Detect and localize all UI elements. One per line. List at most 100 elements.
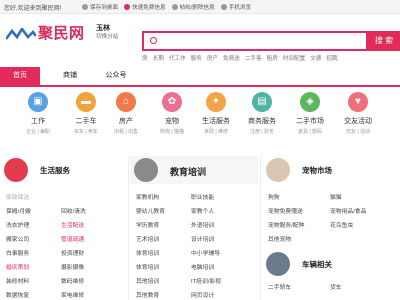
panel-links: 家政保洁 保姆/月嫂 回收/清洗 洗衣护理 生活配送 搬家公司 管道疏通 白事服务 投资… bbox=[6, 192, 116, 299]
hot-word[interactable]: 租房 bbox=[267, 54, 278, 62]
panel-link[interactable]: 回收/清洗 bbox=[61, 206, 116, 215]
tab-official-account[interactable]: 公众号 bbox=[96, 67, 136, 85]
manage-posts-link[interactable]: 帖帖/删除信息 bbox=[171, 3, 215, 11]
bookmark-icon bbox=[82, 4, 88, 10]
panel-link[interactable]: 宠物服务/配种 bbox=[268, 220, 330, 229]
category-row: ▣ 工作 企业 | 兼职 ▬ 二手车 买车 | 卖车 ⌂ 房产 出租 | 出售 … bbox=[0, 92, 400, 148]
panel-link[interactable]: 电脑培训 bbox=[191, 262, 246, 271]
panel-link[interactable]: 保姆/月嫂 bbox=[6, 206, 61, 215]
panel-link[interactable]: 花鸟鱼虫 bbox=[330, 220, 392, 229]
category-jobs[interactable]: ▣ 工作 企业 | 兼职 bbox=[12, 92, 64, 135]
panel-link[interactable]: 洗衣护理 bbox=[6, 220, 61, 229]
heart-icon: ♥ bbox=[348, 92, 368, 112]
panel-link[interactable]: 宠物用品/食品 bbox=[330, 206, 392, 215]
car-icon: ▬ bbox=[76, 92, 96, 112]
category-real-estate[interactable]: ⌂ 房产 出租 | 出售 bbox=[100, 92, 152, 135]
panel-link[interactable]: 猫猫 bbox=[330, 192, 392, 201]
panel-header: 生活服务 bbox=[0, 156, 126, 184]
hot-word[interactable]: 免费送 bbox=[223, 54, 240, 62]
life-services-icon bbox=[4, 158, 28, 182]
location-selector[interactable]: 玉林 切换分站 bbox=[96, 24, 118, 42]
search-button[interactable]: 搜 索 bbox=[368, 31, 400, 51]
panel-link[interactable]: 体育培训 bbox=[136, 262, 191, 271]
panel-link[interactable]: 家教机构 bbox=[136, 192, 191, 201]
panel-link[interactable]: 中小学辅导 bbox=[191, 248, 246, 257]
panel-link[interactable]: 投资理财 bbox=[61, 248, 116, 257]
panel-links: 家教机构 职业技能 婴幼儿教育 家教个人 学历教育 外语培训 艺术培训 设计培训 体育培… bbox=[136, 192, 246, 299]
hot-word[interactable]: 房 bbox=[142, 54, 148, 62]
panel-link[interactable]: 婚庆策划 bbox=[6, 262, 61, 271]
logo-mark-icon bbox=[6, 28, 36, 40]
vehicle-photo-icon bbox=[266, 252, 290, 276]
panel-link[interactable]: 生活配送 bbox=[61, 220, 116, 229]
tab-home[interactable]: 首页 bbox=[0, 67, 40, 85]
panel-link[interactable]: 数码维修 bbox=[61, 276, 116, 285]
hot-word[interactable]: 二手客 bbox=[245, 54, 262, 62]
panel-title[interactable]: 宠物市场 bbox=[302, 165, 332, 176]
tab-shops[interactable]: 商铺 bbox=[50, 67, 90, 85]
panel-vehicles: 车辆相关 二手轿车 货车 bbox=[262, 250, 400, 291]
panel-title[interactable]: 生活服务 bbox=[40, 165, 70, 176]
panel-link[interactable]: 家教个人 bbox=[191, 206, 246, 215]
divider bbox=[128, 156, 129, 300]
panel-link[interactable]: 艺术培训 bbox=[136, 234, 191, 243]
panel-link[interactable]: 学历教育 bbox=[136, 220, 191, 229]
site-logo[interactable]: 聚民网 bbox=[6, 22, 86, 42]
pet-photo-icon bbox=[266, 158, 290, 182]
panel-link[interactable]: 装修材料 bbox=[6, 276, 61, 285]
panel-link[interactable]: 二手轿车 bbox=[268, 282, 330, 291]
panel-link[interactable]: 体育培训 bbox=[136, 248, 191, 257]
divider bbox=[260, 156, 261, 300]
panel-link[interactable]: 其他宠物 bbox=[268, 234, 330, 243]
hot-word[interactable]: 长期 bbox=[153, 54, 164, 62]
paw-icon: ✿ bbox=[162, 92, 182, 112]
panel-link[interactable]: 货车 bbox=[330, 282, 392, 291]
category-second-hand[interactable]: ◈ 二手市场 家具 | 数码 bbox=[284, 92, 336, 135]
panel-link bbox=[61, 192, 116, 201]
business-icon: ▤ bbox=[252, 92, 272, 112]
panel-link[interactable]: 搬家公司 bbox=[6, 234, 61, 243]
hot-word[interactable]: 招聘 bbox=[326, 54, 337, 62]
panel-link[interactable]: 家政保洁 bbox=[6, 192, 61, 201]
panel-link[interactable]: 其他培训 bbox=[136, 276, 191, 285]
panel-header: 教育培训 bbox=[130, 156, 258, 184]
plus-icon bbox=[123, 4, 130, 10]
panel-link[interactable]: 狗狗 bbox=[268, 192, 330, 201]
panel-link[interactable]: 数据恢复 bbox=[6, 290, 61, 299]
panel-link[interactable]: IT培训/影视 bbox=[191, 276, 246, 285]
search-box[interactable] bbox=[142, 31, 368, 51]
mobile-link[interactable]: 手机浏览 bbox=[220, 3, 251, 11]
hot-word[interactable]: 文德 bbox=[310, 54, 321, 62]
hot-word[interactable]: 服务 bbox=[191, 54, 202, 62]
panel-pets: 宠物市场 狗狗 猫猫 宠物免费赠送 宠物用品/食品 宠物服务/配种 花鸟鱼虫 其他宠物 bbox=[262, 156, 400, 243]
hot-word[interactable]: 时间配置 bbox=[283, 54, 305, 62]
panel-link[interactable]: 外语培训 bbox=[191, 220, 246, 229]
house-icon: ⌂ bbox=[116, 92, 136, 112]
search-input[interactable] bbox=[160, 34, 364, 50]
current-city: 玉林 bbox=[96, 25, 110, 32]
hot-word[interactable]: 代工作 bbox=[169, 54, 186, 62]
panel-title[interactable]: 车辆相关 bbox=[302, 259, 332, 270]
post-free-link[interactable]: 快速免费信息 bbox=[123, 3, 166, 11]
panel-link[interactable]: 设计培训 bbox=[191, 234, 246, 243]
category-life-services[interactable]: ✦ 生活服务 家政 | 维修 bbox=[190, 92, 242, 135]
panel-link[interactable]: 婴幼儿教育 bbox=[136, 206, 191, 215]
panel-link[interactable]: 白事服务 bbox=[6, 248, 61, 257]
category-social[interactable]: ♥ 交友活动 交友 | 活动 bbox=[332, 92, 384, 135]
save-desktop-link[interactable]: 保存到桌面 bbox=[82, 3, 118, 11]
panel-link[interactable]: 摄影摄像 bbox=[61, 262, 116, 271]
panel-link[interactable]: 宠物免费赠送 bbox=[268, 206, 330, 215]
panel-link[interactable]: 网页设计 bbox=[191, 290, 246, 299]
panel-link[interactable]: 管道疏通 bbox=[61, 234, 116, 243]
service-icon: ✦ bbox=[206, 92, 226, 112]
panel-links: 狗狗 猫猫 宠物免费赠送 宠物用品/食品 宠物服务/配种 花鸟鱼虫 其他宠物 bbox=[268, 192, 392, 243]
panel-link[interactable]: 其他教育 bbox=[136, 290, 191, 299]
panel-title[interactable]: 教育培训 bbox=[170, 165, 206, 178]
hot-words: 房 长期 代工作 服务 房产 免费送 二手客 租房 时间配置 文德 招聘 bbox=[142, 54, 338, 62]
hot-word[interactable]: 房产 bbox=[207, 54, 218, 62]
switch-city-link[interactable]: 切换分站 bbox=[96, 33, 118, 42]
category-business-services[interactable]: ▤ 商务服务 注册 | 财务 bbox=[236, 92, 288, 135]
search-icon bbox=[150, 37, 157, 44]
panel-link[interactable]: 家电维修 bbox=[61, 290, 116, 299]
panel-link[interactable]: 职业技能 bbox=[191, 192, 246, 201]
